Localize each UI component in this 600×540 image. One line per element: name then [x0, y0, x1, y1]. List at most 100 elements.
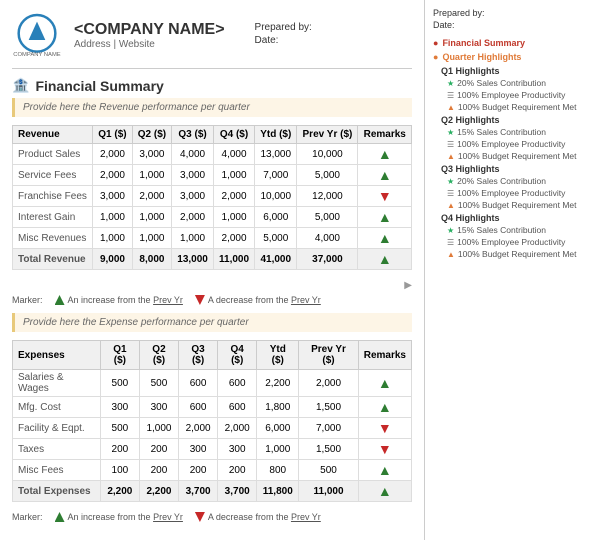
- col-remarks: Remarks: [358, 126, 412, 144]
- highlight-icon: ☰: [447, 189, 454, 198]
- highlight-text: 100% Budget Requirement Met: [458, 200, 577, 210]
- table-cell: 7,000: [255, 165, 297, 186]
- sidebar-highlight-item: ★15% Sales Contribution: [433, 126, 592, 138]
- exp-marker-up-text: An increase from the Prev Yr: [68, 512, 183, 522]
- table-cell: 1,800: [257, 397, 299, 418]
- sidebar-highlight-item: ▲100% Budget Requirement Met: [433, 248, 592, 260]
- sidebar-subsection[interactable]: Q1 Highlights: [433, 64, 592, 77]
- table-cell: Salaries & Wages: [13, 370, 101, 397]
- up-arrow-icon: [55, 295, 65, 305]
- financial-summary-title: 🏦 Financial Summary: [12, 77, 412, 94]
- marker-down: A decrease from the Prev Yr: [195, 295, 321, 305]
- marker-label: Marker:: [12, 295, 43, 305]
- sidebar-highlight-item: ☰100% Employee Productivity: [433, 89, 592, 101]
- table-cell: 200: [100, 439, 139, 460]
- table-cell: 600: [179, 397, 218, 418]
- highlight-text: 100% Employee Productivity: [457, 90, 565, 100]
- expense-marker: Marker: An increase from the Prev Yr A d…: [12, 512, 412, 522]
- remarks-cell: ▲: [358, 144, 412, 165]
- prepared-section: Prepared by: Date:: [255, 22, 312, 48]
- highlight-icon: ★: [447, 128, 454, 137]
- table-cell: 13,000: [172, 249, 214, 270]
- sidebar-subsection[interactable]: Q3 Highlights: [433, 162, 592, 175]
- trend-up-icon: ▲: [378, 167, 392, 183]
- highlight-text: 20% Sales Contribution: [457, 78, 546, 88]
- revenue-marker: Marker: An increase from the Prev Yr A d…: [12, 295, 412, 305]
- trend-up-icon: ▲: [378, 209, 392, 225]
- table-cell: 200: [139, 439, 178, 460]
- highlight-text: 100% Employee Productivity: [457, 139, 565, 149]
- table-cell: Service Fees: [13, 165, 93, 186]
- highlight-text: 15% Sales Contribution: [457, 225, 546, 235]
- revenue-note-text: Provide here the Revenue performance per…: [23, 102, 250, 113]
- sidebar-item-financial-summary[interactable]: ●Financial Summary: [433, 36, 592, 50]
- sidebar-highlight-item: ★15% Sales Contribution: [433, 224, 592, 236]
- highlight-text: 100% Budget Requirement Met: [458, 151, 577, 161]
- table-cell: 4,000: [213, 144, 254, 165]
- marker-down-text: A decrease from the Prev Yr: [208, 295, 321, 305]
- section-title-text: Financial Summary: [35, 78, 163, 94]
- revenue-note: Provide here the Revenue performance per…: [12, 98, 412, 117]
- scroll-indicator: ▶: [12, 280, 412, 291]
- table-cell: 37,000: [297, 249, 358, 270]
- exp-col-q1: Q1 ($): [100, 341, 139, 370]
- table-cell: Franchise Fees: [13, 186, 93, 207]
- table-cell: 2,000: [299, 370, 358, 397]
- sidebar-highlight-item: ★20% Sales Contribution: [433, 175, 592, 187]
- trend-up-icon: ▲: [378, 375, 392, 391]
- table-cell: 2,000: [218, 418, 257, 439]
- table-cell: 500: [100, 418, 139, 439]
- trend-up-icon: ▲: [378, 230, 392, 246]
- sidebar-item-quarter-highlights[interactable]: ●Quarter Highlights: [433, 50, 592, 64]
- remarks-cell: ▼: [358, 186, 412, 207]
- table-cell: 2,000: [132, 186, 171, 207]
- sidebar-subsection[interactable]: Q2 Highlights: [433, 113, 592, 126]
- marker-up: An increase from the Prev Yr: [55, 295, 183, 305]
- table-cell: 9,000: [93, 249, 132, 270]
- table-cell: 4,000: [172, 144, 214, 165]
- table-cell: 3,000: [132, 144, 171, 165]
- table-cell: 1,000: [93, 207, 132, 228]
- table-cell: 1,500: [299, 439, 358, 460]
- table-cell: 300: [218, 439, 257, 460]
- scroll-right-icon: ▶: [404, 280, 412, 291]
- subsection-label: Q3 Highlights: [441, 164, 500, 174]
- svg-text:COMPANY NAME: COMPANY NAME: [13, 52, 61, 58]
- table-cell: 1,000: [132, 228, 171, 249]
- table-cell: 2,200: [139, 481, 178, 502]
- nav-label: Quarter Highlights: [442, 52, 521, 62]
- table-cell: 3,000: [172, 165, 214, 186]
- table-cell: 500: [139, 370, 178, 397]
- exp-col-ytd: Ytd ($): [257, 341, 299, 370]
- remarks-cell: ▼: [358, 418, 411, 439]
- table-cell: 3,700: [218, 481, 257, 502]
- trend-up-icon: ▲: [378, 251, 392, 267]
- subsection-label: Q4 Highlights: [441, 213, 500, 223]
- sidebar-nav: ●Financial Summary●Quarter Highlights Q1 …: [433, 36, 592, 260]
- table-cell: 600: [218, 370, 257, 397]
- table-cell: 41,000: [255, 249, 297, 270]
- sidebar-subsection[interactable]: Q4 Highlights: [433, 211, 592, 224]
- expense-note-text: Provide here the Expense performance per…: [23, 317, 249, 328]
- exp-col-q4: Q4 ($): [218, 341, 257, 370]
- sidebar-prepared-by: Prepared by:: [433, 8, 592, 18]
- table-cell: 600: [218, 397, 257, 418]
- table-cell: Product Sales: [13, 144, 93, 165]
- remarks-cell: ▼: [358, 439, 411, 460]
- prepared-by-label: Prepared by:: [255, 22, 312, 33]
- remarks-cell: ▲: [358, 228, 412, 249]
- table-cell: Facility & Eqpt.: [13, 418, 101, 439]
- subsection-label: Q1 Highlights: [441, 66, 500, 76]
- table-cell: 300: [139, 397, 178, 418]
- table-cell: 6,000: [255, 207, 297, 228]
- expense-table: Expenses Q1 ($) Q2 ($) Q3 ($) Q4 ($) Ytd…: [12, 340, 412, 502]
- table-cell: 2,200: [257, 370, 299, 397]
- highlight-icon: ☰: [447, 140, 454, 149]
- table-cell: 3,000: [172, 186, 214, 207]
- date-label: Date:: [255, 35, 312, 46]
- table-cell: 2,000: [213, 186, 254, 207]
- highlight-text: 100% Employee Productivity: [457, 188, 565, 198]
- trend-up-icon: ▲: [378, 399, 392, 415]
- remarks-cell: ▲: [358, 460, 411, 481]
- main-content: COMPANY NAME <COMPANY NAME> Address | We…: [0, 0, 425, 540]
